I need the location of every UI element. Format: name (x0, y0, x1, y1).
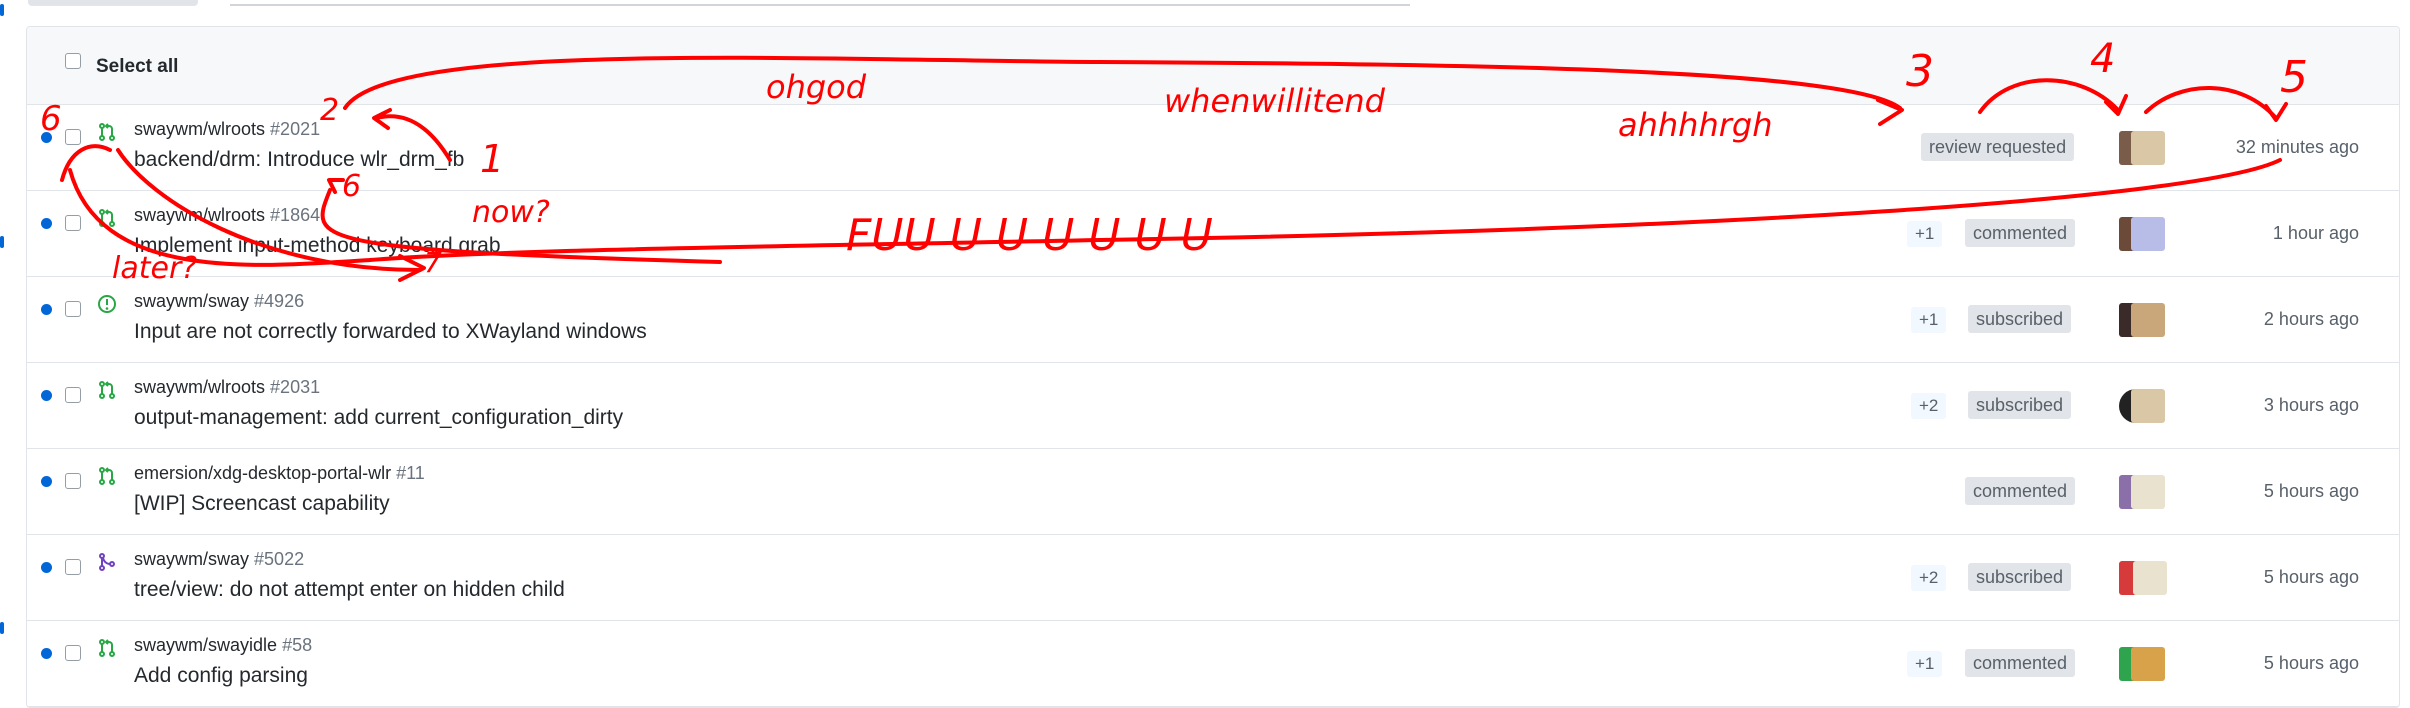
unread-dot (41, 562, 52, 573)
pull-request-icon (99, 123, 115, 141)
reason-badge: subscribed (1968, 305, 2072, 333)
notification-row[interactable]: emersion/xdg-desktop-portal-wlr #11 [WIP… (27, 449, 2399, 535)
comment-count-badge: +2 (1911, 565, 1947, 591)
unread-dot (41, 304, 52, 315)
top-toolbar (0, 0, 2410, 26)
timestamp: 2 hours ago (2263, 309, 2359, 329)
side-marker (0, 4, 4, 16)
row-checkbox[interactable] (65, 645, 81, 661)
row-checkbox[interactable] (65, 215, 81, 231)
select-all-checkbox[interactable] (65, 53, 81, 69)
notification-title[interactable]: Input are not correctly forwarded to XWa… (134, 320, 647, 344)
reason-badge: commented (1965, 649, 2076, 677)
avatar-stack (2119, 647, 2183, 681)
notification-row[interactable]: swaywm/wlroots #2031 output-management: … (27, 363, 2399, 449)
avatar (2131, 217, 2165, 251)
timestamp: 5 hours ago (2263, 567, 2359, 587)
notification-title[interactable]: Add config parsing (134, 664, 308, 688)
notification-row[interactable]: swaywm/sway #4926 Input are not correctl… (27, 277, 2399, 363)
notification-row[interactable]: swaywm/sway #5022 tree/view: do not atte… (27, 535, 2399, 621)
avatar (2133, 561, 2167, 595)
avatar (2131, 389, 2165, 423)
pull-request-icon (99, 209, 115, 227)
row-checkbox[interactable] (65, 473, 81, 489)
timestamp: 5 hours ago (2263, 653, 2359, 673)
repo-link[interactable]: swaywm/sway #5022 (134, 549, 304, 570)
pull-request-icon (99, 639, 115, 657)
repo-link[interactable]: emersion/xdg-desktop-portal-wlr #11 (134, 463, 425, 484)
issue-icon (98, 295, 116, 313)
avatar-stack (2119, 303, 2183, 337)
row-checkbox[interactable] (65, 559, 81, 575)
unread-dot (41, 132, 52, 143)
notification-row[interactable]: swaywm/wlroots #1864 Implement input-met… (27, 191, 2399, 277)
merged-pull-request-icon (99, 553, 115, 571)
reason-badge: subscribed (1968, 563, 2072, 591)
avatar-stack (2119, 561, 2183, 595)
unread-dot (41, 218, 52, 229)
notification-title[interactable]: Implement input-method keyboard grab (134, 234, 501, 258)
repo-link[interactable]: swaywm/swayidle #58 (134, 635, 312, 656)
avatar (2131, 475, 2165, 509)
reason-badge: review requested (1921, 133, 2075, 161)
unread-dot (41, 648, 52, 659)
avatar-stack (2119, 475, 2183, 509)
notification-title[interactable]: tree/view: do not attempt enter on hidde… (134, 578, 565, 602)
notification-title[interactable]: output-management: add current_configura… (134, 406, 623, 430)
timestamp: 5 hours ago (2263, 481, 2359, 501)
side-marker (0, 236, 4, 248)
notification-title[interactable]: [WIP] Screencast capability (134, 492, 390, 516)
notification-row[interactable]: swaywm/wlroots #2021 backend/drm: Introd… (27, 105, 2399, 191)
reason-badge: commented (1965, 477, 2076, 505)
notification-row[interactable]: swaywm/swayidle #58 Add config parsing +… (27, 621, 2399, 707)
reason-badge: commented (1965, 219, 2076, 247)
select-all-label[interactable]: Select all (96, 56, 178, 78)
notification-title[interactable]: backend/drm: Introduce wlr_drm_fb (134, 148, 464, 172)
avatar-stack (2119, 131, 2183, 165)
notifications-header: Select all (27, 27, 2399, 105)
comment-count-badge: +1 (1907, 651, 1943, 677)
comment-count-badge: +1 (1907, 221, 1943, 247)
repo-link[interactable]: swaywm/wlroots #1864 (134, 205, 320, 226)
timestamp: 3 hours ago (2263, 395, 2359, 415)
timestamp: 1 hour ago (2272, 223, 2359, 243)
row-checkbox[interactable] (65, 387, 81, 403)
reason-badge: subscribed (1968, 391, 2072, 419)
row-checkbox[interactable] (65, 129, 81, 145)
filter-button[interactable] (28, 0, 198, 6)
avatar (2131, 647, 2165, 681)
repo-link[interactable]: swaywm/wlroots #2031 (134, 377, 320, 398)
comment-count-badge: +2 (1911, 393, 1947, 419)
repo-link[interactable]: swaywm/wlroots #2021 (134, 119, 320, 140)
timestamp: 32 minutes ago (2235, 137, 2359, 157)
notifications-panel: Select all swaywm/wlroots #2021 backend/… (26, 26, 2400, 708)
unread-dot (41, 390, 52, 401)
row-checkbox[interactable] (65, 301, 81, 317)
search-input[interactable] (230, 0, 1410, 6)
avatar-stack (2119, 389, 2183, 423)
repo-link[interactable]: swaywm/sway #4926 (134, 291, 304, 312)
avatar (2131, 303, 2165, 337)
pull-request-icon (99, 467, 115, 485)
pull-request-icon (99, 381, 115, 399)
side-marker (0, 622, 4, 634)
unread-dot (41, 476, 52, 487)
avatar (2131, 131, 2165, 165)
comment-count-badge: +1 (1911, 307, 1947, 333)
avatar-stack (2119, 217, 2183, 251)
